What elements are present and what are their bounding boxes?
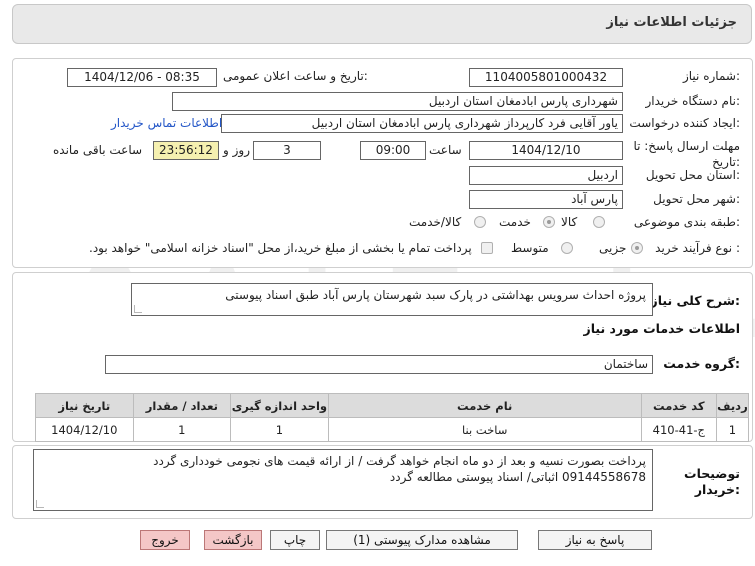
description-label: شرح کلی نیاز: [650, 293, 741, 308]
payment-note: پرداخت تمام یا بخشی از مبلغ خرید،از محل … [89, 241, 472, 255]
buyer-notes-label-2: خریدار: [694, 482, 740, 497]
cell-name: ساخت بنا [327, 417, 642, 442]
page-header: جزئیات اطلاعات نیاز [12, 4, 752, 44]
col-header-unit: واحد اندازه گیری [230, 393, 329, 418]
deadline-label-date: تاریخ: [712, 155, 740, 169]
print-button[interactable]: چاپ [270, 530, 320, 550]
buyer-notes-textarea: پرداخت بصورت نسیه و بعد از دو ماه انجام … [33, 449, 653, 511]
process-minor-radio[interactable] [631, 242, 643, 254]
category-both-radio[interactable] [474, 216, 486, 228]
need-info-panel: شماره نیاز: 1104005801000432 تاریخ و ساع… [12, 58, 753, 268]
need-number-field: 1104005801000432 [469, 68, 623, 87]
category-service-radio[interactable] [543, 216, 555, 228]
category-label: طبقه بندی موضوعی: [633, 215, 740, 229]
process-option-minor-label: جزیی [599, 241, 627, 255]
resize-grip-icon[interactable] [134, 305, 142, 313]
creator-field: یاور آقایی فرد کارپرداز شهرداری پارس ابا… [221, 114, 623, 133]
buyer-org-field: شهرداری پارس ابادمغان استان اردبیل [172, 92, 623, 111]
treasury-checkbox[interactable] [481, 242, 493, 254]
col-header-code: کد خدمت [640, 393, 717, 418]
remaining-time-field: 23:56:12 [153, 141, 219, 160]
category-option-both-label: کالا/خدمت [409, 215, 462, 229]
buyer-notes-label: توضیحات [684, 466, 740, 481]
table-row: 1404/12/10 1 1 ساخت بنا ج-41-410 1 [35, 417, 750, 442]
province-label: استان محل تحویل: [645, 168, 740, 182]
need-description-panel: شرح کلی نیاز: پروژه احداث سرویس بهداشتی … [12, 272, 753, 442]
days-field: 3 [253, 141, 321, 160]
process-label: نوع فرآیند خرید : [655, 241, 740, 255]
services-table: تاریخ نیاز تعداد / مقدار واحد اندازه گیر… [35, 393, 750, 442]
announce-field: 1404/12/06 - 08:35 [67, 68, 217, 87]
creator-label: ایجاد کننده درخواست: [629, 116, 740, 130]
buyer-notes-line-1: پرداخت بصورت نسیه و بعد از دو ماه انجام … [153, 454, 646, 468]
category-option-service-label: خدمت [499, 215, 531, 229]
category-goods-radio[interactable] [593, 216, 605, 228]
cell-code: ج-41-410 [640, 417, 717, 442]
buyer-org-label: نام دستگاه خریدار: [645, 94, 741, 108]
cell-row: 1 [715, 417, 750, 442]
remaining-label: ساعت باقی مانده [53, 143, 143, 157]
col-header-date: تاریخ نیاز [35, 393, 134, 418]
deadline-label: مهلت ارسال پاسخ: تا [633, 139, 740, 153]
buyer-contact-link[interactable]: اطلاعات تماس خریدار [111, 116, 222, 130]
process-option-medium-label: متوسط [511, 241, 549, 255]
process-medium-radio[interactable] [561, 242, 573, 254]
time-label: ساعت [429, 143, 462, 157]
cell-unit: 1 [230, 417, 329, 442]
col-header-qty: تعداد / مقدار [132, 393, 232, 418]
page-title: جزئیات اطلاعات نیاز [606, 15, 737, 30]
need-number-label: شماره نیاز: [682, 69, 740, 83]
buyer-notes-panel: توضیحات خریدار: پرداخت بصورت نسیه و بعد … [12, 445, 753, 519]
buyer-notes-line-2: 09144558678 اثباتی/ اسناد پیوستی مطالعه … [389, 470, 646, 484]
province-field: اردبیل [469, 166, 623, 185]
city-field: پارس آباد [469, 190, 623, 209]
category-option-goods-label: کالا [561, 215, 578, 229]
reply-button[interactable]: پاسخ به نیاز [538, 530, 652, 550]
services-section-title: اطلاعات خدمات مورد نیاز [583, 321, 741, 336]
table-header-row: تاریخ نیاز تعداد / مقدار واحد اندازه گیر… [35, 393, 750, 418]
resize-grip-icon[interactable] [36, 500, 44, 508]
col-header-row: ردیف [715, 393, 750, 418]
deadline-date-field: 1404/12/10 [469, 141, 623, 160]
view-documents-button[interactable]: مشاهده مدارک پیوستی (1) [326, 530, 518, 550]
days-label: روز و [223, 143, 250, 157]
deadline-time-field: 09:00 [360, 141, 426, 160]
description-text: پروژه احداث سرویس بهداشتی در پارک سبد شه… [225, 288, 646, 302]
announce-label: تاریخ و ساعت اعلان عمومی: [223, 69, 368, 83]
back-button[interactable]: بازگشت [204, 530, 262, 550]
city-label: شهر محل تحویل: [653, 192, 740, 206]
cell-date: 1404/12/10 [35, 417, 134, 442]
description-textarea: پروژه احداث سرویس بهداشتی در پارک سبد شه… [131, 283, 653, 316]
col-header-name: نام خدمت [327, 393, 642, 418]
exit-button[interactable]: خروج [140, 530, 190, 550]
cell-qty: 1 [132, 417, 232, 442]
service-group-label: گروه خدمت: [663, 356, 740, 371]
service-group-field: ساختمان [105, 355, 653, 374]
